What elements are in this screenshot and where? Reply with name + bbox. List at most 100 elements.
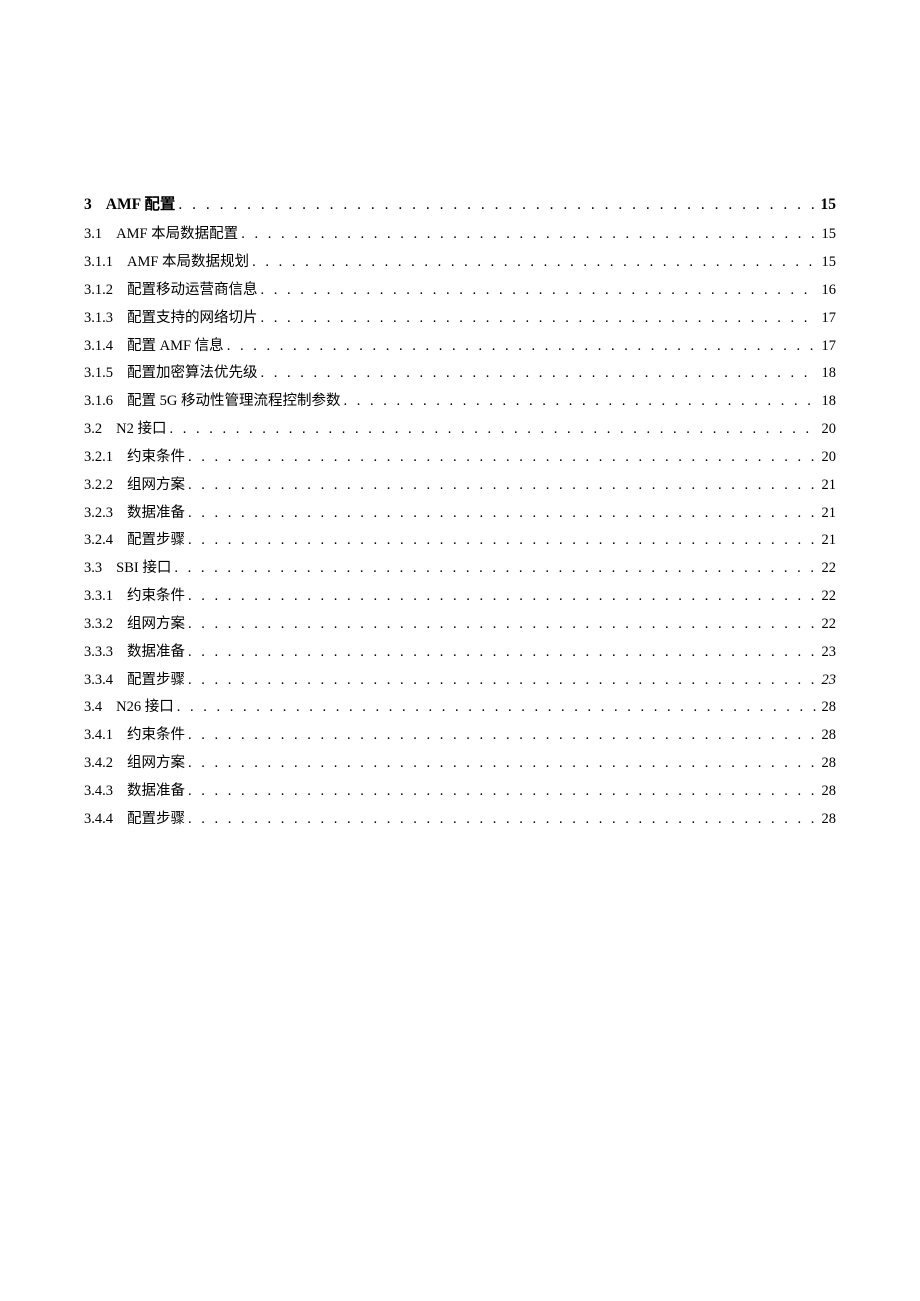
toc-entry-title: 配置 AMF 信息 <box>127 337 224 356</box>
toc-entry[interactable]: 3.3SBI 接口. . . . . . . . . . . . . . . .… <box>84 559 836 578</box>
toc-entry-page: 28 <box>822 810 837 829</box>
toc-entry[interactable]: 3.4.2组网方案. . . . . . . . . . . . . . . .… <box>84 754 836 773</box>
toc-entry-page: 18 <box>822 392 837 411</box>
toc-entry-page: 21 <box>822 531 837 550</box>
toc-entry-number: 3.3.4 <box>84 671 113 690</box>
toc-entry[interactable]: 3.1 AMF 本局数据配置. . . . . . . . . . . . . .… <box>84 225 836 244</box>
toc-leader-dots: . . . . . . . . . . . . . . . . . . . . … <box>343 392 816 411</box>
toc-entry-number: 3.1.5 <box>84 364 113 383</box>
toc-entry-page: 23 <box>822 643 837 662</box>
toc-leader-dots: . . . . . . . . . . . . . . . . . . . . … <box>261 364 817 383</box>
toc-leader-dots: . . . . . . . . . . . . . . . . . . . . … <box>188 504 817 523</box>
toc-leader-dots: . . . . . . . . . . . . . . . . . . . . … <box>188 587 817 606</box>
toc-entry-title: SBI 接口 <box>116 559 171 578</box>
toc-entry-page: 22 <box>822 587 837 606</box>
toc-entry-title: N2 接口 <box>116 420 166 439</box>
toc-entry-page: 20 <box>822 420 837 439</box>
toc-entry[interactable]: 3.3.1约束条件. . . . . . . . . . . . . . . .… <box>84 587 836 606</box>
toc-entry[interactable]: 3.2.1约束条件. . . . . . . . . . . . . . . .… <box>84 448 836 467</box>
toc-leader-dots: . . . . . . . . . . . . . . . . . . . . … <box>188 671 817 690</box>
toc-entry[interactable]: 3.3.4 配置步骤. . . . . . . . . . . . . . . .… <box>84 671 836 690</box>
toc-entry[interactable]: 3.2.3 数据准备. . . . . . . . . . . . . . . .… <box>84 504 836 523</box>
toc-leader-dots: . . . . . . . . . . . . . . . . . . . . … <box>252 253 816 272</box>
toc-entry-title: 数据准备 <box>127 782 185 801</box>
toc-entry[interactable]: 3.1.3配置支持的网络切片. . . . . . . . . . . . . … <box>84 309 836 328</box>
toc-entry[interactable]: 3.1.6 配置 5G 移动性管理流程控制参数. . . . . . . . . … <box>84 392 836 411</box>
toc-entry-number: 3.4.2 <box>84 754 113 773</box>
toc-entry-number: 3.2 <box>84 420 102 439</box>
toc-entry-number: 3.1.3 <box>84 309 113 328</box>
toc-entry-page: 17 <box>822 337 837 356</box>
toc-leader-dots: . . . . . . . . . . . . . . . . . . . . … <box>177 698 817 717</box>
toc-entry[interactable]: 3.1.1AMF 本局数据规划. . . . . . . . . . . . .… <box>84 253 836 272</box>
toc-entry-number: 3.3.3 <box>84 643 113 662</box>
toc-entry-page: 21 <box>822 504 837 523</box>
toc-entry-title: 配置支持的网络切片 <box>127 309 258 328</box>
toc-entry-title: 组网方案 <box>127 754 185 773</box>
toc-entry-page: 15 <box>822 225 837 244</box>
toc-entry-title: 配置加密算法优先级 <box>127 364 258 383</box>
toc-entry-title: 数据准备 <box>127 643 185 662</box>
toc-entry-title: 组网方案 <box>127 615 185 634</box>
toc-entry-number: 3.4.1 <box>84 726 113 745</box>
toc-entry-number: 3.4 <box>84 698 102 717</box>
toc-entry[interactable]: 3.4.3 数据准备. . . . . . . . . . . . . . . .… <box>84 782 836 801</box>
toc-entry[interactable]: 3.2.2组网方案. . . . . . . . . . . . . . . .… <box>84 476 836 495</box>
toc-entry-page: 28 <box>822 726 837 745</box>
toc-entry-number: 3.1 <box>84 225 102 244</box>
toc-entry-number: 3.3.2 <box>84 615 113 634</box>
toc-leader-dots: . . . . . . . . . . . . . . . . . . . . … <box>188 476 817 495</box>
toc-entry-title: 配置 5G 移动性管理流程控制参数 <box>127 392 340 411</box>
toc-leader-dots: . . . . . . . . . . . . . . . . . . . . … <box>241 225 816 244</box>
toc-entry-title: 约束条件 <box>127 448 185 467</box>
toc-leader-dots: . . . . . . . . . . . . . . . . . . . . … <box>178 195 815 215</box>
toc-entry[interactable]: 3.1.5 配置加密算法优先级. . . . . . . . . . . . . … <box>84 364 836 383</box>
toc-entry-page: 28 <box>822 698 837 717</box>
toc-entry-number: 3.2.3 <box>84 504 113 523</box>
toc-entry-page: 22 <box>822 559 837 578</box>
toc-entry-title: 配置步骤 <box>127 810 185 829</box>
toc-leader-dots: . . . . . . . . . . . . . . . . . . . . … <box>169 420 816 439</box>
toc-entry-title: AMF 本局数据配置 <box>116 225 238 244</box>
toc-entry-page: 17 <box>822 309 837 328</box>
toc-entry-title: N26 接口 <box>116 698 174 717</box>
toc-entry-number: 3.2.4 <box>84 531 113 550</box>
toc-entry[interactable]: 3.4.4配置步骤. . . . . . . . . . . . . . . .… <box>84 810 836 829</box>
toc-entry-title: AMF 本局数据规划 <box>127 253 249 272</box>
toc-entry-number: 3.4.3 <box>84 782 113 801</box>
toc-leader-dots: . . . . . . . . . . . . . . . . . . . . … <box>261 281 817 300</box>
toc-entry-title: 配置步骤 <box>127 531 185 550</box>
toc-entry-title: 配置步骤 <box>127 671 185 690</box>
toc-leader-dots: . . . . . . . . . . . . . . . . . . . . … <box>188 782 817 801</box>
toc-entry-number: 3.1.6 <box>84 392 113 411</box>
toc-entry[interactable]: 3.2.4配置步骤. . . . . . . . . . . . . . . .… <box>84 531 836 550</box>
toc-entry-title: 组网方案 <box>127 476 185 495</box>
toc-entry[interactable]: 3.2 N2 接口. . . . . . . . . . . . . . . . … <box>84 420 836 439</box>
toc-entry-title: 配置移动运营商信息 <box>127 281 258 300</box>
toc-entry[interactable]: 3.3.3 数据准备. . . . . . . . . . . . . . . .… <box>84 643 836 662</box>
toc-entry-page: 28 <box>822 754 837 773</box>
toc-entry-number: 3.3 <box>84 559 102 578</box>
toc-entry[interactable]: 3.4 N26 接口. . . . . . . . . . . . . . . .… <box>84 698 836 717</box>
toc-entry-page: 16 <box>822 281 837 300</box>
toc-entry-title: 数据准备 <box>127 504 185 523</box>
toc-entry-number: 3.3.1 <box>84 587 113 606</box>
toc-entry-title: 约束条件 <box>127 726 185 745</box>
table-of-contents: 3AMF 配置. . . . . . . . . . . . . . . . .… <box>84 195 836 829</box>
toc-entry[interactable]: 3.1.2 配置移动运营商信息. . . . . . . . . . . . . … <box>84 281 836 300</box>
toc-entry[interactable]: 3.3.2组网方案. . . . . . . . . . . . . . . .… <box>84 615 836 634</box>
toc-entry-page: 23 <box>822 671 837 690</box>
toc-entry-number: 3.1.2 <box>84 281 113 300</box>
toc-entry-page: 22 <box>822 615 837 634</box>
toc-leader-dots: . . . . . . . . . . . . . . . . . . . . … <box>227 337 817 356</box>
toc-entry-page: 28 <box>822 782 837 801</box>
toc-entry[interactable]: 3.1.4配置 AMF 信息. . . . . . . . . . . . . … <box>84 337 836 356</box>
toc-leader-dots: . . . . . . . . . . . . . . . . . . . . … <box>188 643 817 662</box>
toc-entry-page: 21 <box>822 476 837 495</box>
toc-entry[interactable]: 3 AMF 配置. . . . . . . . . . . . . . . . .… <box>84 195 836 215</box>
toc-entry-number: 3 <box>84 195 92 215</box>
toc-entry-title: AMF 配置 <box>106 195 176 215</box>
toc-entry-page: 18 <box>822 364 837 383</box>
toc-entry-number: 3.4.4 <box>84 810 113 829</box>
toc-entry[interactable]: 3.4.1约束条件. . . . . . . . . . . . . . . .… <box>84 726 836 745</box>
